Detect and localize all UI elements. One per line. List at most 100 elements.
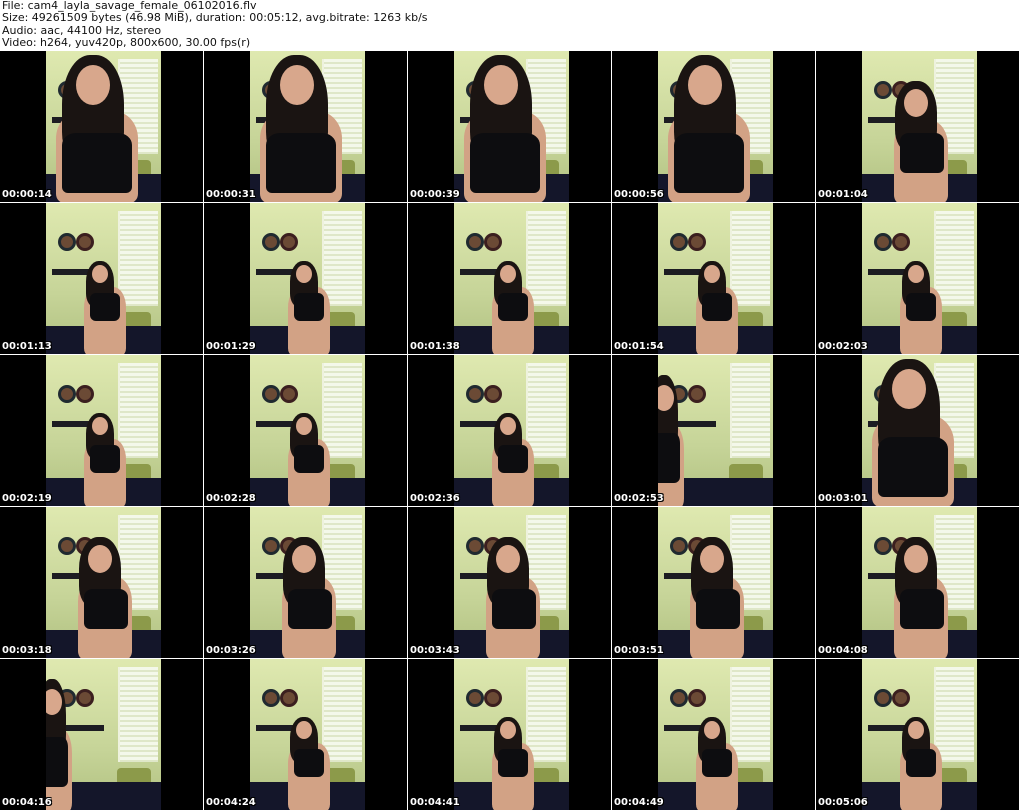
thumbnail-frame-image <box>658 659 773 810</box>
person-figure <box>286 203 352 354</box>
video-thumbnail: 00:02:53 <box>612 355 815 506</box>
person-figure <box>898 659 964 810</box>
video-thumbnail: 00:00:31 <box>204 51 407 202</box>
person-figure <box>82 355 148 506</box>
person-figure <box>890 51 972 202</box>
video-thumbnail: 00:02:36 <box>408 355 611 506</box>
thumbnail-timestamp: 00:00:14 <box>2 189 52 200</box>
person-figure <box>870 355 970 506</box>
thumbnail-timestamp: 00:01:13 <box>2 341 52 352</box>
thumbnail-frame-image <box>658 507 773 658</box>
video-thumbnail: 00:00:14 <box>0 51 203 202</box>
thumbnail-frame-image <box>862 51 977 202</box>
person-figure <box>258 51 358 202</box>
thumbnail-timestamp: 00:03:51 <box>614 645 664 656</box>
thumbnail-timestamp: 00:04:41 <box>410 797 460 808</box>
thumbnail-frame-image <box>862 507 977 658</box>
person-figure <box>286 659 352 810</box>
thumbnail-timestamp: 00:05:06 <box>818 797 868 808</box>
person-figure <box>74 507 156 658</box>
thumbnail-frame-image <box>658 355 773 506</box>
thumbnail-timestamp: 00:02:53 <box>614 493 664 504</box>
thumbnail-timestamp: 00:02:28 <box>206 493 256 504</box>
thumbnail-frame-image <box>46 507 161 658</box>
person-figure <box>490 203 556 354</box>
video-thumbnail: 00:04:41 <box>408 659 611 810</box>
thumbnail-frame-image <box>658 203 773 354</box>
thumbnail-timestamp: 00:02:03 <box>818 341 868 352</box>
thumbnail-timestamp: 00:03:18 <box>2 645 52 656</box>
video-thumbnail: 00:01:38 <box>408 203 611 354</box>
video-thumbnail: 00:02:28 <box>204 355 407 506</box>
person-figure <box>686 507 768 658</box>
person-figure <box>694 203 760 354</box>
thumbnail-frame-image <box>454 355 569 506</box>
thumbnail-frame-image <box>46 659 161 810</box>
thumbnail-timestamp: 00:00:56 <box>614 189 664 200</box>
person-figure <box>482 507 564 658</box>
video-thumbnail: 00:01:13 <box>0 203 203 354</box>
thumbnail-timestamp: 00:04:08 <box>818 645 868 656</box>
person-figure <box>54 51 154 202</box>
person-figure <box>490 355 556 506</box>
person-figure <box>666 51 766 202</box>
thumbnail-timestamp: 00:00:39 <box>410 189 460 200</box>
video-thumbnail: 00:03:43 <box>408 507 611 658</box>
file-size-line: Size: 49261509 bytes (46.98 MiB), durati… <box>2 11 428 25</box>
person-figure <box>490 659 556 810</box>
video-thumbnail: 00:03:18 <box>0 507 203 658</box>
thumbnail-frame-image <box>46 355 161 506</box>
video-thumbnail: 00:00:39 <box>408 51 611 202</box>
thumbnail-timestamp: 00:03:26 <box>206 645 256 656</box>
thumbnail-frame-image <box>862 355 977 506</box>
video-thumbnail: 00:01:29 <box>204 203 407 354</box>
video-thumbnail: 00:04:24 <box>204 659 407 810</box>
thumbnail-frame-image <box>454 51 569 202</box>
thumbnail-frame-image <box>250 507 365 658</box>
video-thumbnail: 00:00:56 <box>612 51 815 202</box>
person-figure <box>658 355 710 506</box>
thumbnail-timestamp: 00:02:36 <box>410 493 460 504</box>
thumbnail-timestamp: 00:03:43 <box>410 645 460 656</box>
thumbnail-frame-image <box>250 659 365 810</box>
thumbnail-timestamp: 00:01:54 <box>614 341 664 352</box>
thumbnail-timestamp: 00:01:29 <box>206 341 256 352</box>
video-thumbnail: 00:01:04 <box>816 51 1019 202</box>
thumbnail-timestamp: 00:03:01 <box>818 493 868 504</box>
thumbnail-frame-image <box>250 203 365 354</box>
person-figure <box>286 355 352 506</box>
thumbnail-timestamp: 00:01:38 <box>410 341 460 352</box>
person-figure <box>890 507 972 658</box>
thumbnail-timestamp: 00:00:31 <box>206 189 256 200</box>
video-thumbnail: 00:02:03 <box>816 203 1019 354</box>
thumbnail-frame-image <box>46 51 161 202</box>
thumbnail-timestamp: 00:02:19 <box>2 493 52 504</box>
person-figure <box>278 507 360 658</box>
thumbnail-grid: 00:00:14 00:00:31 00:00:39 00:00:56 00:01:04… <box>0 51 1024 811</box>
thumbnail-timestamp: 00:04:16 <box>2 797 52 808</box>
video-thumbnail: 00:01:54 <box>612 203 815 354</box>
thumbnail-frame-image <box>454 659 569 810</box>
person-figure <box>462 51 562 202</box>
video-thumbnail: 00:03:01 <box>816 355 1019 506</box>
video-thumbnail: 00:05:06 <box>816 659 1019 810</box>
file-info-header: File: cam4_layla_savage_female_06102016.… <box>2 0 1022 50</box>
video-thumbnail: 00:02:19 <box>0 355 203 506</box>
video-thumbnail: 00:03:51 <box>612 507 815 658</box>
person-figure <box>82 203 148 354</box>
video-info-line: Video: h264, yuv420p, 800x600, 30.00 fps… <box>2 35 251 49</box>
video-thumbnail: 00:04:08 <box>816 507 1019 658</box>
thumbnail-timestamp: 00:01:04 <box>818 189 868 200</box>
person-figure <box>694 659 760 810</box>
thumbnail-frame-image <box>46 203 161 354</box>
person-figure <box>898 203 964 354</box>
thumbnail-frame-image <box>454 203 569 354</box>
thumbnail-timestamp: 00:04:49 <box>614 797 664 808</box>
thumbnail-frame-image <box>250 51 365 202</box>
thumbnail-frame-image <box>250 355 365 506</box>
thumbnail-frame-image <box>454 507 569 658</box>
video-thumbnail: 00:04:16 <box>0 659 203 810</box>
thumbnail-timestamp: 00:04:24 <box>206 797 256 808</box>
video-thumbnail: 00:03:26 <box>204 507 407 658</box>
thumbnail-frame-image <box>658 51 773 202</box>
